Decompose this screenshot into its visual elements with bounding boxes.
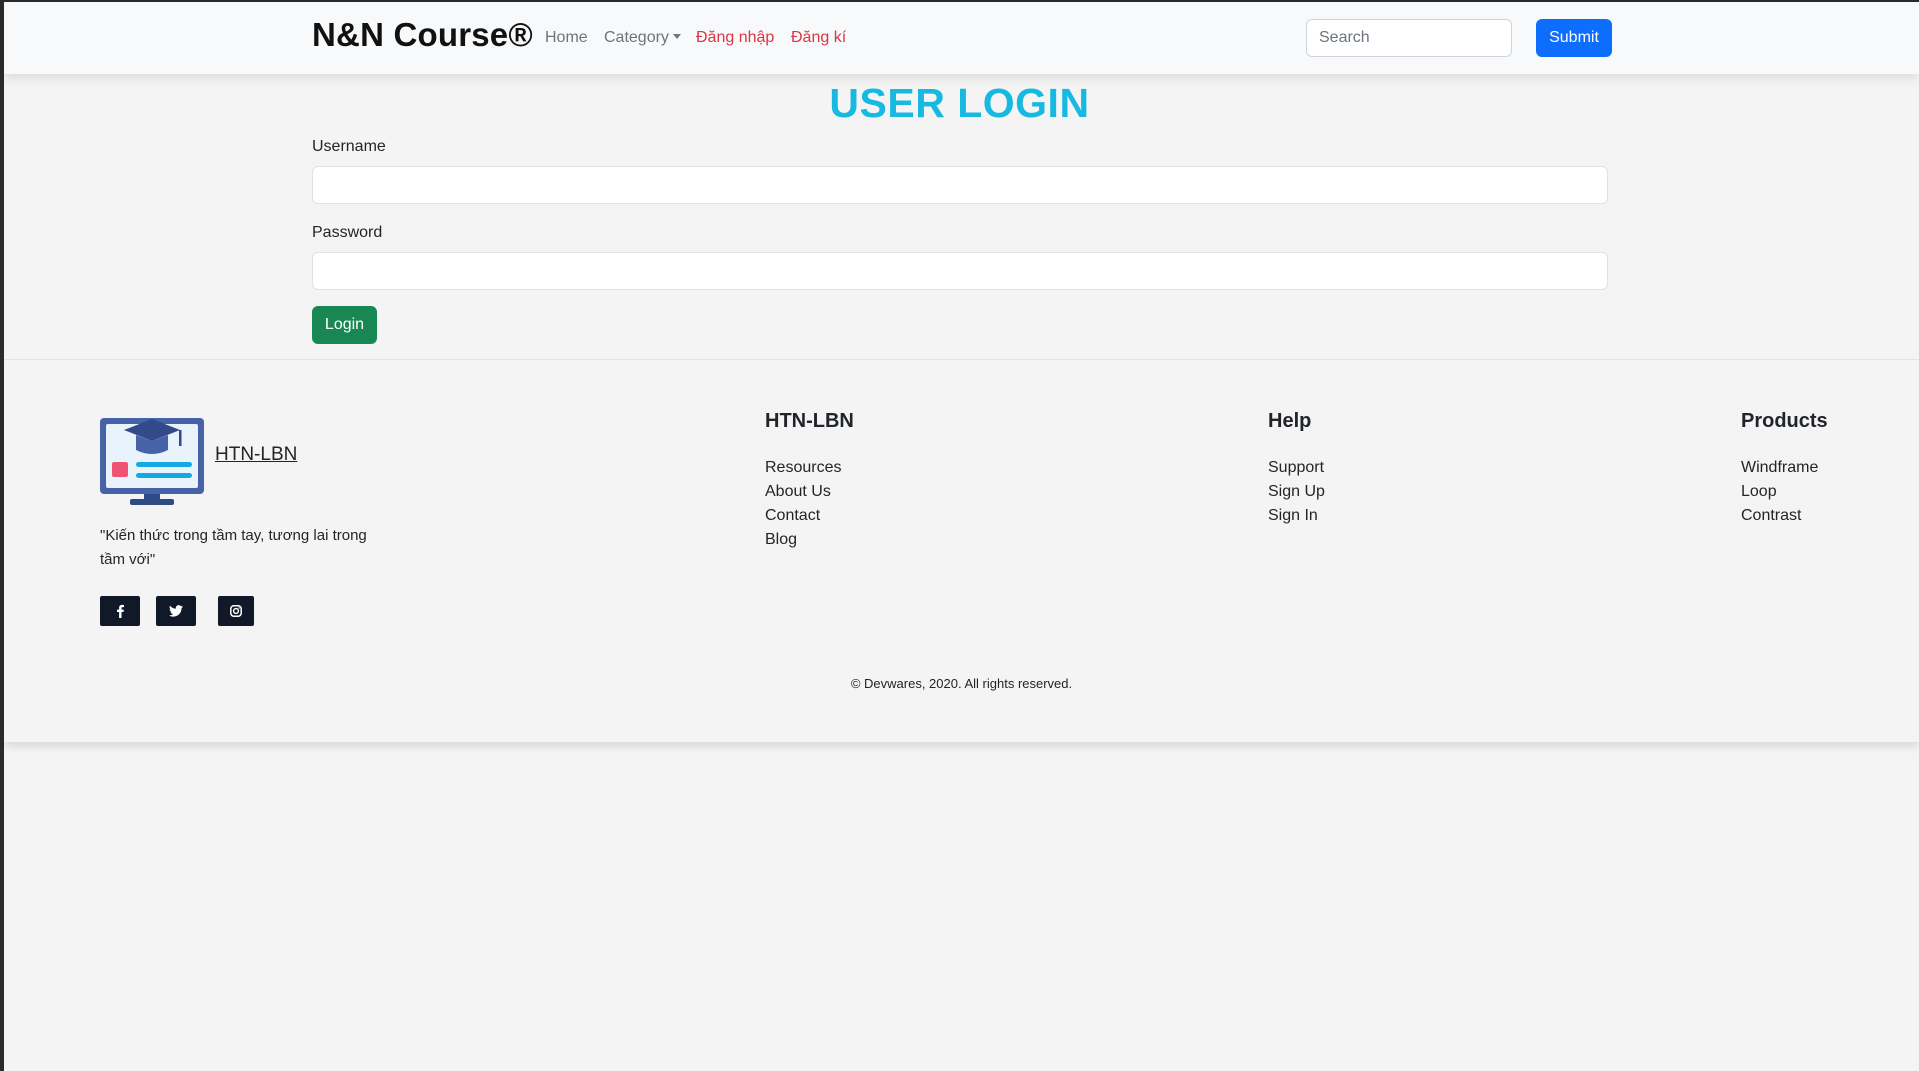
footer-column-title-help: Help (1268, 410, 1312, 432)
footer-brand-link[interactable]: HTN-LBN (215, 444, 297, 466)
footer-link-about-us[interactable]: About Us (765, 480, 841, 504)
username-field[interactable] (312, 166, 1608, 204)
footer-column-help-list: Support Sign Up Sign In (1268, 456, 1325, 528)
footer-link-contact[interactable]: Contact (765, 504, 841, 528)
search-submit-button[interactable]: Submit (1536, 19, 1612, 57)
footer-link-contrast[interactable]: Contrast (1741, 504, 1818, 528)
footer-column-title-products: Products (1741, 410, 1828, 432)
footer-column-title-brand: HTN-LBN (765, 410, 854, 432)
footer-link-loop[interactable]: Loop (1741, 480, 1818, 504)
username-label: Username (312, 138, 386, 155)
nav-register-link[interactable]: Đăng kí (791, 29, 846, 47)
footer: HTN-LBN "Kiến thức trong tầm tay, tương … (4, 360, 1919, 742)
navbar: N&N Course® Home Category Đăng nhập Đăng… (4, 2, 1919, 74)
footer-column-brand-list: Resources About Us Contact Blog (765, 456, 841, 552)
footer-link-sign-in[interactable]: Sign In (1268, 504, 1325, 528)
login-button[interactable]: Login (312, 306, 377, 344)
search-input[interactable] (1306, 19, 1512, 57)
instagram-button[interactable] (218, 596, 254, 626)
facebook-button[interactable] (100, 596, 140, 626)
nav-login-link[interactable]: Đăng nhập (696, 29, 774, 47)
footer-link-sign-up[interactable]: Sign Up (1268, 480, 1325, 504)
copyright-text: © Devwares, 2020. All rights reserved. (850, 676, 1073, 691)
chevron-down-icon (672, 34, 681, 39)
footer-link-support[interactable]: Support (1268, 456, 1325, 480)
footer-link-blog[interactable]: Blog (765, 528, 841, 552)
twitter-icon (169, 605, 183, 617)
password-field[interactable] (312, 252, 1608, 290)
twitter-button[interactable] (156, 596, 196, 626)
footer-column-products-list: Windframe Loop Contrast (1741, 456, 1818, 528)
facebook-icon (117, 604, 124, 618)
footer-tagline: "Kiến thức trong tầm tay, tương lai tron… (100, 527, 367, 568)
nav-home-link[interactable]: Home (545, 29, 588, 47)
brand-logo[interactable]: N&N Course® (312, 16, 533, 54)
footer-link-resources[interactable]: Resources (765, 456, 841, 480)
education-monitor-icon (100, 418, 204, 505)
nav-category-dropdown[interactable]: Category (604, 29, 681, 47)
page-title: USER LOGIN (829, 80, 1090, 126)
instagram-icon (230, 605, 242, 617)
password-label: Password (312, 224, 383, 241)
footer-link-windframe[interactable]: Windframe (1741, 456, 1818, 480)
nav-category-label: Category (604, 29, 669, 46)
